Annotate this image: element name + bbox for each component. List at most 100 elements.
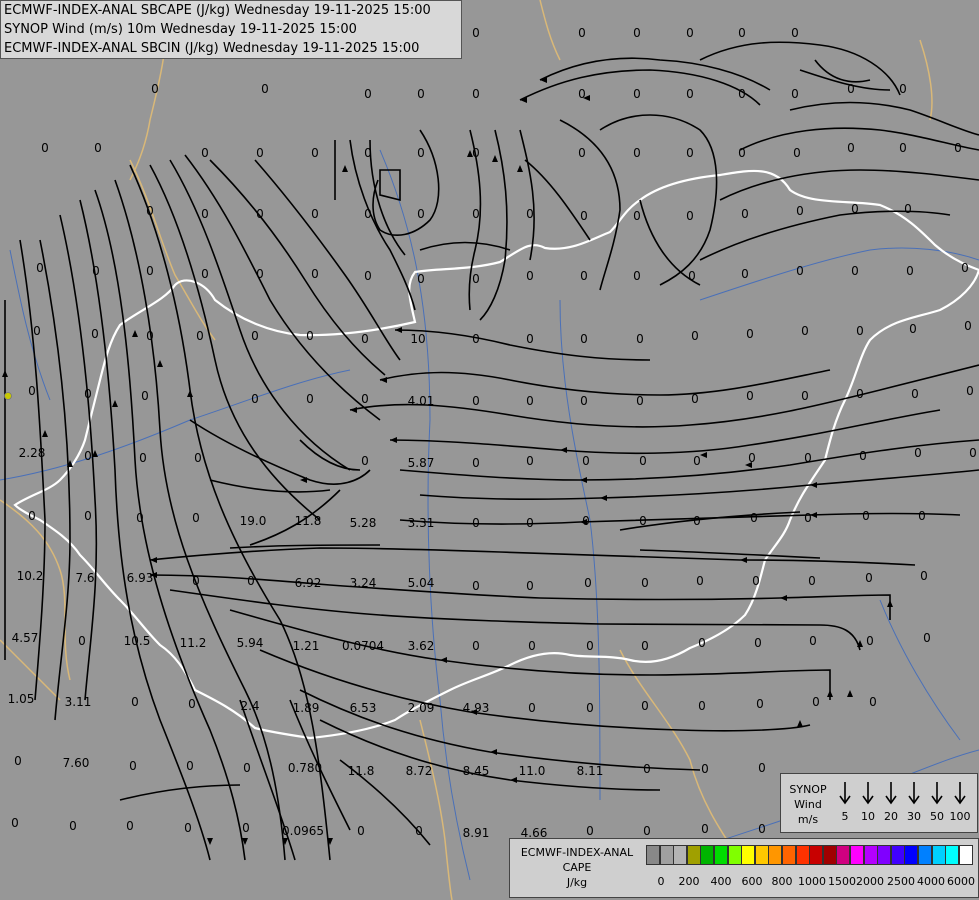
weather-map: 0 0 0 0 0 0 0 0 0 0 0 0 0 0 0 0 0 0 0 0 0 0 0 0 0 0 0 0 0 0 0 0 0 0 0 0 0 0 0 0… xyxy=(0,0,979,900)
cape-value: 4.93 xyxy=(463,701,490,715)
cape-value: 11.0 xyxy=(519,764,546,778)
cape-value: 0 xyxy=(256,267,264,281)
cape-value: 0 xyxy=(636,394,644,408)
cape-value: 0 xyxy=(686,26,694,40)
cape-value: 10.5 xyxy=(124,634,151,648)
cape-value: 0 xyxy=(526,394,534,408)
cape-value: 0 xyxy=(306,329,314,343)
cape-value: 0 xyxy=(129,759,137,773)
cape-value: 0 xyxy=(643,824,651,838)
cape-value: 11.8 xyxy=(348,764,375,778)
cape-value: 1.89 xyxy=(293,701,320,715)
cape-value: 0 xyxy=(961,261,969,275)
cape-value: 0 xyxy=(28,384,36,398)
cape-value: 0 xyxy=(633,209,641,223)
cape-value: 0 xyxy=(796,204,804,218)
cape-value: 0 xyxy=(639,454,647,468)
synop-legend-title: SYNOP xyxy=(789,783,827,796)
cape-value: 0 xyxy=(580,394,588,408)
cape-value: 2.28 xyxy=(19,446,46,460)
cape-value: 0 xyxy=(256,207,264,221)
cape-value: 11.2 xyxy=(180,636,207,650)
cape-value: 0 xyxy=(201,146,209,160)
cape-value: 0 xyxy=(256,146,264,160)
wind-arrow-icon xyxy=(950,778,970,808)
cape-value: 0 xyxy=(14,754,22,768)
cape-color-swatch xyxy=(795,845,810,865)
cape-value: 0 xyxy=(791,87,799,101)
cape-value: 0 xyxy=(126,819,134,833)
cape-value: 0.780 xyxy=(288,761,322,775)
cape-value: 0 xyxy=(693,514,701,528)
cape-value: 0 xyxy=(918,509,926,523)
cape-value: 0 xyxy=(856,387,864,401)
cape-value: 0 xyxy=(84,449,92,463)
cape-value: 0 xyxy=(738,146,746,160)
cape-tick-label: 0 xyxy=(657,875,665,888)
cape-value: 0 xyxy=(796,264,804,278)
cape-value: 0 xyxy=(698,699,706,713)
cape-value: 0 xyxy=(364,146,372,160)
cape-value: 2.09 xyxy=(408,701,435,715)
cape-value: 0 xyxy=(586,701,594,715)
cape-value: 0 xyxy=(201,207,209,221)
cape-value: 0 xyxy=(741,207,749,221)
cape-value: 0 xyxy=(899,82,907,96)
cape-value: 0 xyxy=(741,267,749,281)
cape-value: 0 xyxy=(526,454,534,468)
cape-value: 0 xyxy=(364,87,372,101)
cape-color-swatch xyxy=(714,845,728,865)
cape-value: 0 xyxy=(754,636,762,650)
cape-value: 0 xyxy=(582,514,590,528)
cape-value: 0 xyxy=(633,269,641,283)
wind-speed-label: 5 xyxy=(841,810,849,823)
cape-value: 0 xyxy=(686,209,694,223)
cape-value: 0 xyxy=(472,516,480,530)
cape-tick-label: 2500 xyxy=(887,875,915,888)
cape-tick-label: 600 xyxy=(741,875,763,888)
cape-legend-title: ECMWF-INDEX-ANAL xyxy=(520,846,634,859)
cape-value: 0 xyxy=(580,209,588,223)
cape-value: 6.93 xyxy=(127,571,154,585)
cape-value: 0 xyxy=(417,207,425,221)
cape-value: 0 xyxy=(641,639,649,653)
cape-color-swatch xyxy=(659,845,674,865)
cape-value: 0 xyxy=(472,207,480,221)
cape-value: 0 xyxy=(131,695,139,709)
cape-value: 0 xyxy=(851,264,859,278)
cape-color-swatch xyxy=(863,845,878,865)
cape-color-swatch xyxy=(754,845,769,865)
cape-value: 0 xyxy=(526,516,534,530)
cape-value: 0 xyxy=(691,329,699,343)
cape-value: 0 xyxy=(417,87,425,101)
cape-value: 0 xyxy=(746,389,754,403)
cape-value: 0 xyxy=(311,207,319,221)
cape-value: 0 xyxy=(78,634,86,648)
cape-value: 0 xyxy=(69,819,77,833)
cape-value: 0 xyxy=(151,82,159,96)
cape-value: 3.11 xyxy=(65,695,92,709)
cape-value: 0 xyxy=(84,509,92,523)
cape-value: 0 xyxy=(748,451,756,465)
cape-color-swatch xyxy=(727,845,742,865)
cape-value: 0 xyxy=(909,322,917,336)
cape-color-swatch xyxy=(741,845,756,865)
cape-value: 0 xyxy=(801,324,809,338)
cape-legend-unit: J/kg xyxy=(566,876,588,889)
cape-tick-label: 800 xyxy=(771,875,793,888)
cape-value: 0 xyxy=(261,82,269,96)
cape-value: 0 xyxy=(920,569,928,583)
cape-value: 0 xyxy=(186,759,194,773)
cape-value: 0 xyxy=(417,272,425,286)
cape-value: 5.94 xyxy=(237,636,264,650)
cape-value: 0 xyxy=(139,451,147,465)
cape-value: 0 xyxy=(188,697,196,711)
cape-value: 0 xyxy=(361,454,369,468)
cape-value: 0 xyxy=(859,449,867,463)
cape-value: 0 xyxy=(804,451,812,465)
header-line-wind: SYNOP Wind (m/s) 10m Wednesday 19-11-202… xyxy=(4,22,357,37)
cape-value: 0 xyxy=(804,511,812,525)
cape-value: 0 xyxy=(756,697,764,711)
cape-value: 0 xyxy=(586,824,594,838)
cape-value: 0 xyxy=(472,87,480,101)
